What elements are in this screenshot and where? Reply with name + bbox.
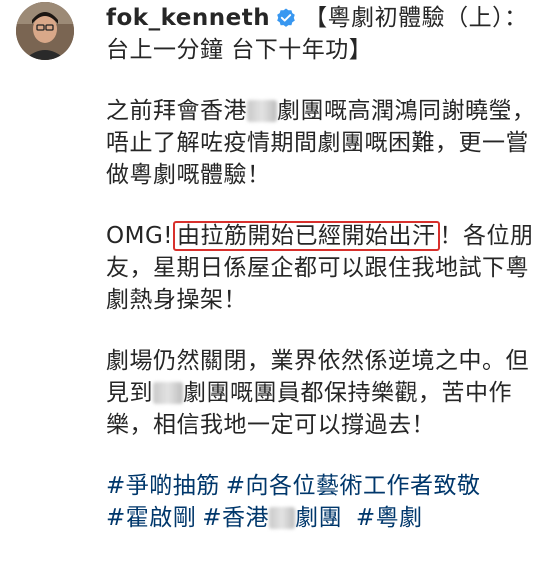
hashtags: #爭啲抽筋 #向各位藝術工作者致敬 #霍啟剛 #香港 劇團 #粵劇 (106, 470, 536, 534)
hashtag-link[interactable]: #香港 劇團 (202, 505, 342, 531)
hashtag-link[interactable]: #向各位藝術工作者致敬 (226, 473, 481, 499)
username[interactable]: fok_kenneth (106, 5, 270, 31)
avatar-photo (16, 2, 74, 60)
paragraph-2: OMG! 由拉筋開始已經開始出汗 ！各位朋友，星期日係屋企都可以跟住我地試下粵劇熱身… (106, 220, 536, 316)
paragraph-2-start: OMG! (106, 223, 173, 249)
paragraph-1-start: 之前拜會香港 (106, 98, 247, 124)
hashtag-start: #香港 (202, 505, 270, 531)
instagram-post: fok_kenneth 【粵劇初體驗（上）：台上一分鐘 台下十年功】 之前拜會香港… (0, 0, 544, 545)
hashtag-end: 劇團 (295, 505, 343, 531)
hashtag-link[interactable]: #粵劇 (356, 505, 423, 531)
highlighted-text: 由拉筋開始已經開始出汗 (173, 221, 440, 251)
paragraph-3: 劇場仍然關閉，業界依然係逆境之中。但見到 劇團嘅團員都保持樂觀，苦中作樂，相信我地… (106, 345, 536, 441)
hashtag-link[interactable]: #爭啲抽筋 (106, 473, 220, 499)
blurred-text (269, 507, 296, 529)
paragraph-1: 之前拜會香港 劇團嘅高潤鴻同謝曉瑩，唔止了解咗疫情期間劇團嘅困難，更一嘗做粵劇嘅體… (106, 95, 536, 191)
blurred-text (153, 382, 183, 404)
avatar[interactable] (16, 2, 74, 60)
verified-badge-icon (276, 5, 296, 27)
hashtag-link[interactable]: #霍啟剛 (106, 505, 196, 531)
blurred-text (247, 100, 277, 122)
post-caption: fok_kenneth 【粵劇初體驗（上）：台上一分鐘 台下十年功】 之前拜會香港… (106, 2, 536, 563)
caption-header: fok_kenneth 【粵劇初體驗（上）：台上一分鐘 台下十年功】 (106, 2, 536, 66)
